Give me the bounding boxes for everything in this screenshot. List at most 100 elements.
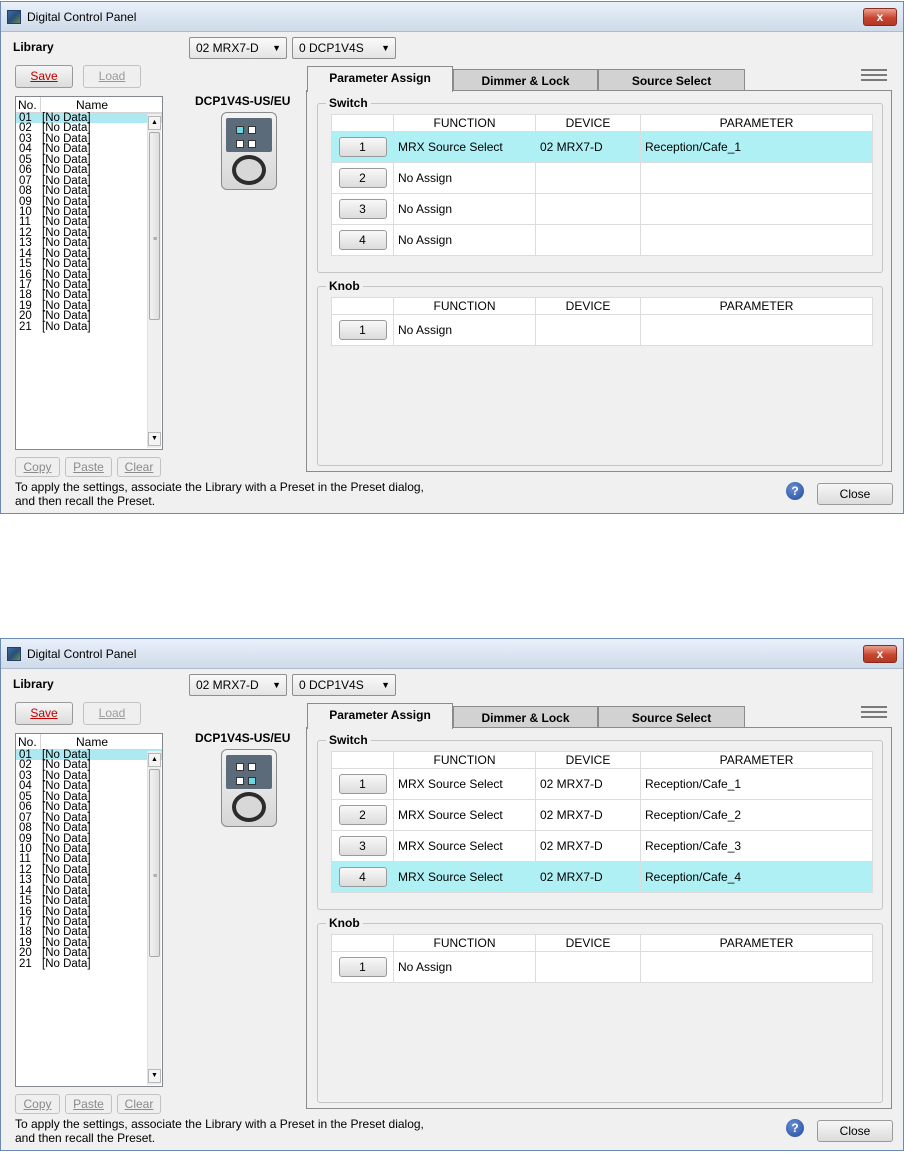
knob-table: FUNCTION DEVICE PARAMETER 1 No Assign bbox=[331, 934, 873, 983]
library-scrollbar[interactable]: ▲ ≡ ▼ bbox=[147, 751, 161, 1085]
function-cell: MRX Source Select bbox=[393, 131, 536, 163]
save-button[interactable]: Save bbox=[15, 702, 73, 725]
table-row[interactable]: 3 No Assign bbox=[331, 193, 873, 225]
assign-number-button[interactable]: 3 bbox=[338, 836, 387, 856]
device-switch-1 bbox=[236, 126, 244, 134]
device-knob-icon bbox=[232, 792, 266, 822]
scroll-thumb[interactable]: ≡ bbox=[149, 769, 160, 957]
help-icon[interactable]: ? bbox=[786, 1119, 804, 1137]
menu-icon[interactable] bbox=[861, 706, 887, 720]
panel-select-value: 0 DCP1V4S bbox=[299, 678, 364, 692]
table-row[interactable]: 2 No Assign bbox=[331, 162, 873, 194]
library-list-item[interactable]: 21 [No Data] bbox=[16, 957, 162, 970]
tab-parameter-assign[interactable]: Parameter Assign bbox=[307, 66, 453, 92]
library-item-name: [No Data] bbox=[42, 957, 91, 970]
device-switch-3 bbox=[236, 140, 244, 148]
library-scrollbar[interactable]: ▲ ≡ ▼ bbox=[147, 114, 161, 448]
assign-number-button[interactable]: 3 bbox=[338, 199, 387, 219]
device-cell bbox=[535, 951, 641, 983]
apply-instructions: To apply the settings, associate the Lib… bbox=[15, 1117, 535, 1145]
paste-button[interactable]: Paste bbox=[65, 1094, 112, 1114]
library-list[interactable]: No. Name 01 [No Data] 02 [No Data] 03 [No Dat… bbox=[15, 733, 163, 1087]
device-switch-4 bbox=[248, 777, 256, 785]
library-item-name: [No Data] bbox=[42, 320, 91, 333]
window-close-button[interactable]: x bbox=[863, 8, 897, 26]
table-row[interactable]: 1 No Assign bbox=[331, 314, 873, 346]
device-select[interactable]: 02 MRX7-D ▼ bbox=[189, 37, 287, 59]
assign-number-button[interactable]: 4 bbox=[338, 230, 387, 250]
window-title: Digital Control Panel bbox=[27, 10, 137, 24]
clear-button[interactable]: Clear bbox=[117, 1094, 161, 1114]
knob-group-title: Knob bbox=[326, 916, 363, 930]
table-row[interactable]: 1 MRX Source Select 02 MRX7-D Reception/Caf… bbox=[331, 131, 873, 163]
table-row[interactable]: 1 MRX Source Select 02 MRX7-D Reception/Caf… bbox=[331, 768, 873, 800]
library-item-number: 15 bbox=[19, 895, 32, 908]
library-list-item[interactable]: 08 [No Data] bbox=[16, 185, 162, 198]
device-select-value: 02 MRX7-D bbox=[196, 678, 259, 692]
table-row[interactable]: 4 No Assign bbox=[331, 224, 873, 256]
scroll-down-arrow-icon[interactable]: ▼ bbox=[148, 1069, 161, 1083]
assign-number-button[interactable]: 1 bbox=[338, 137, 387, 157]
scroll-down-arrow-icon[interactable]: ▼ bbox=[148, 432, 161, 446]
column-header-function: FUNCTION bbox=[393, 751, 536, 769]
tab-parameter-assign[interactable]: Parameter Assign bbox=[307, 703, 453, 729]
number-cell: 1 bbox=[331, 768, 394, 800]
library-label: Library bbox=[13, 40, 54, 54]
number-cell: 1 bbox=[331, 131, 394, 163]
library-item-name: [No Data] bbox=[42, 258, 91, 271]
table-row[interactable]: 4 MRX Source Select 02 MRX7-D Reception/Caf… bbox=[331, 861, 873, 893]
load-button[interactable]: Load bbox=[83, 702, 141, 725]
close-button[interactable]: Close bbox=[817, 483, 893, 505]
library-list[interactable]: No. Name 01 [No Data] 02 [No Data] 03 [No Dat… bbox=[15, 96, 163, 450]
number-cell: 4 bbox=[331, 861, 394, 893]
grip-icon: ≡ bbox=[153, 236, 158, 243]
library-list-item[interactable]: 15 [No Data] bbox=[16, 895, 162, 908]
table-row[interactable]: 3 MRX Source Select 02 MRX7-D Reception/Caf… bbox=[331, 830, 873, 862]
column-header-number bbox=[331, 751, 394, 769]
menu-icon[interactable] bbox=[861, 69, 887, 83]
window-close-button[interactable]: x bbox=[863, 645, 897, 663]
help-icon[interactable]: ? bbox=[786, 482, 804, 500]
assign-number-button[interactable]: 2 bbox=[338, 805, 387, 825]
function-cell: No Assign bbox=[393, 224, 536, 256]
number-cell: 2 bbox=[331, 799, 394, 831]
close-button[interactable]: Close bbox=[817, 1120, 893, 1142]
library-list-item[interactable]: 15 [No Data] bbox=[16, 258, 162, 271]
assign-number-button[interactable]: 1 bbox=[338, 957, 387, 977]
device-select[interactable]: 02 MRX7-D ▼ bbox=[189, 674, 287, 696]
parameter-cell: Reception/Cafe_1 bbox=[640, 768, 873, 800]
copy-button[interactable]: Copy bbox=[15, 1094, 60, 1114]
apply-instructions: To apply the settings, associate the Lib… bbox=[15, 480, 535, 508]
assign-number-button[interactable]: 4 bbox=[338, 867, 387, 887]
number-cell: 2 bbox=[331, 162, 394, 194]
clear-button-label: Clear bbox=[124, 1097, 154, 1111]
digital-control-panel-window-1: Digital Control Panel x Library 02 MRX7-… bbox=[0, 1, 904, 514]
library-list-item[interactable]: 08 [No Data] bbox=[16, 822, 162, 834]
assign-number-button[interactable]: 1 bbox=[338, 774, 387, 794]
clear-button-label: Clear bbox=[124, 460, 154, 474]
paste-button[interactable]: Paste bbox=[65, 457, 112, 477]
panel-select[interactable]: 0 DCP1V4S ▼ bbox=[292, 37, 396, 59]
device-switch-3 bbox=[236, 777, 244, 785]
parameter-cell bbox=[640, 224, 873, 256]
table-row[interactable]: 1 No Assign bbox=[331, 951, 873, 983]
save-button-label: Save bbox=[30, 69, 58, 83]
library-list-item[interactable]: 21 [No Data] bbox=[16, 320, 162, 333]
parameter-cell: Reception/Cafe_2 bbox=[640, 799, 873, 831]
assign-number-button[interactable]: 1 bbox=[338, 320, 387, 340]
table-row[interactable]: 2 MRX Source Select 02 MRX7-D Reception/Caf… bbox=[331, 799, 873, 831]
scroll-up-arrow-icon[interactable]: ▲ bbox=[148, 753, 161, 767]
copy-button-label: Copy bbox=[23, 1097, 52, 1111]
device-cell: 02 MRX7-D bbox=[535, 830, 641, 862]
parameter-cell: Reception/Cafe_4 bbox=[640, 861, 873, 893]
clear-button[interactable]: Clear bbox=[117, 457, 161, 477]
scroll-up-arrow-icon[interactable]: ▲ bbox=[148, 116, 161, 130]
panel-select[interactable]: 0 DCP1V4S ▼ bbox=[292, 674, 396, 696]
assign-number-button[interactable]: 2 bbox=[338, 168, 387, 188]
save-button[interactable]: Save bbox=[15, 65, 73, 88]
load-button[interactable]: Load bbox=[83, 65, 141, 88]
device-switch-2 bbox=[248, 763, 256, 771]
scroll-thumb[interactable]: ≡ bbox=[149, 132, 160, 320]
library-item-name: [No Data] bbox=[42, 185, 91, 198]
copy-button[interactable]: Copy bbox=[15, 457, 60, 477]
